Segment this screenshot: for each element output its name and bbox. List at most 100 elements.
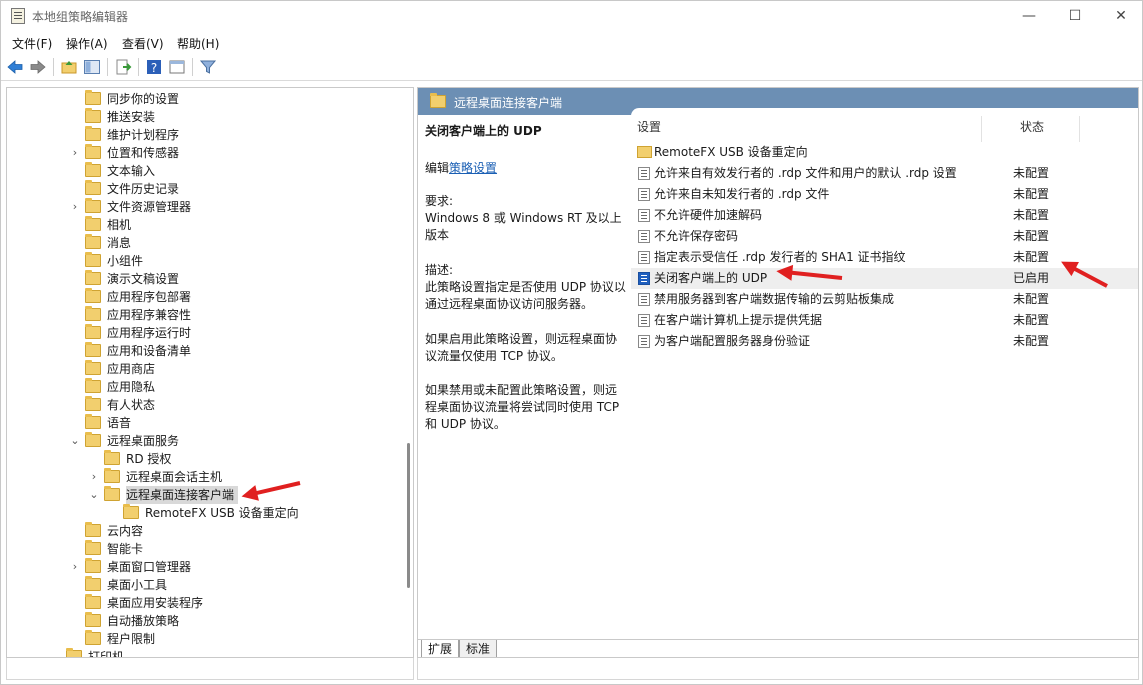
- collapse-chevron-icon[interactable]: ⌄: [88, 486, 100, 504]
- folder-icon: [85, 360, 101, 375]
- folder-icon: [104, 486, 120, 501]
- column-header-setting[interactable]: 设置: [637, 118, 661, 135]
- collapse-chevron-icon[interactable]: ⌄: [69, 432, 81, 450]
- policy-setting-icon: [638, 230, 650, 243]
- disabled-explanation: 如果禁用或未配置此策略设置，则远程桌面协议流量将尝试同时使用 TCP 和 UDP…: [425, 383, 620, 431]
- tree-vertical-scrollbar[interactable]: [402, 88, 413, 657]
- setting-state: 未配置: [1013, 313, 1050, 327]
- setting-row[interactable]: 允许来自有效发行者的 .rdp 文件和用户的默认 .rdp 设置 未配置: [631, 163, 1138, 184]
- setting-row[interactable]: 不允许保存密码 未配置: [631, 226, 1138, 247]
- setting-state: 已启用: [1013, 271, 1050, 285]
- folder-icon: [104, 468, 120, 483]
- setting-row[interactable]: RemoteFX USB 设备重定向: [631, 142, 1138, 163]
- properties-icon[interactable]: [168, 58, 186, 76]
- maximize-button[interactable]: ☐: [1052, 1, 1098, 31]
- tree-item-label: 应用程序运行时: [107, 326, 192, 340]
- title-bar: 本地组策略编辑器 — ☐ ✕: [1, 1, 1142, 31]
- close-button[interactable]: ✕: [1098, 1, 1143, 31]
- folder-icon: [85, 144, 101, 159]
- setting-row[interactable]: 为客户端配置服务器身份验证 未配置: [631, 331, 1138, 352]
- folder-icon: [637, 146, 652, 158]
- setting-state: 未配置: [1013, 334, 1050, 348]
- expand-chevron-icon[interactable]: ›: [88, 468, 100, 486]
- tree-item-label: 远程桌面服务: [107, 434, 180, 448]
- folder-icon: [85, 180, 101, 195]
- tree-item-label: RemoteFX USB 设备重定向: [145, 506, 299, 520]
- tree-item-label: 程户限制: [107, 632, 156, 646]
- content-header-title: 远程桌面连接客户端: [454, 96, 563, 110]
- tree-item-label: 文件资源管理器: [107, 200, 192, 214]
- edit-policy-link[interactable]: 策略设置: [449, 161, 497, 175]
- menu-action[interactable]: 操作(A): [66, 35, 108, 52]
- column-header-state[interactable]: 状态: [1020, 118, 1044, 135]
- description-pane: 关闭客户端上的 UDP 编辑策略设置 要求: Windows 8 或 Windo…: [418, 115, 630, 639]
- tab-standard[interactable]: 标准: [459, 640, 498, 657]
- setting-row[interactable]: 不允许硬件加速解码 未配置: [631, 205, 1138, 226]
- menu-view[interactable]: 查看(V): [122, 35, 164, 52]
- folder-icon: [104, 450, 120, 465]
- tree-item-label: 远程桌面会话主机: [126, 470, 223, 484]
- folder-icon: [85, 90, 101, 105]
- tree-item-label: 远程桌面连接客户端: [126, 486, 239, 504]
- tree-item-label: 小组件: [107, 254, 144, 268]
- tree-horizontal-scrollbar[interactable]: [6, 658, 414, 680]
- expand-chevron-icon[interactable]: ›: [69, 558, 81, 576]
- menu-file[interactable]: 文件(F): [12, 35, 52, 52]
- help-icon[interactable]: ?: [145, 58, 163, 76]
- tree-item-label: 云内容: [107, 524, 144, 538]
- folder-icon: [85, 126, 101, 141]
- tree-item-label: 应用商店: [107, 362, 156, 376]
- folder-icon: [85, 612, 101, 627]
- setting-row[interactable]: 允许来自未知发行者的 .rdp 文件 未配置: [631, 184, 1138, 205]
- tree-item-label: 消息: [107, 236, 132, 250]
- tab-extended[interactable]: 扩展: [421, 640, 460, 657]
- tree-item[interactable]: ⌄ 远程桌面连接客户端: [89, 486, 264, 504]
- setting-name: 允许来自未知发行者的 .rdp 文件: [654, 187, 830, 201]
- toolbar: ?: [1, 54, 1142, 81]
- folder-icon: [85, 432, 101, 447]
- folder-icon: [85, 558, 101, 573]
- tree-item-label: 智能卡: [107, 542, 144, 556]
- policy-setting-icon: [638, 251, 650, 264]
- expand-chevron-icon[interactable]: ›: [69, 198, 81, 216]
- policy-setting-icon: [638, 209, 650, 222]
- menu-help[interactable]: 帮助(H): [177, 35, 219, 52]
- filter-icon[interactable]: [199, 58, 217, 76]
- status-bar: [417, 658, 1139, 680]
- setting-state: 未配置: [1013, 166, 1050, 180]
- export-list-icon[interactable]: [114, 58, 132, 76]
- app-window: 本地组策略编辑器 — ☐ ✕ 文件(F) 操作(A) 查看(V) 帮助(H) ?…: [0, 0, 1143, 685]
- setting-row[interactable]: 禁用服务器到客户端数据传输的云剪贴板集成 未配置: [631, 289, 1138, 310]
- forward-icon[interactable]: [29, 58, 47, 76]
- tree-item-label: 文本输入: [107, 164, 156, 178]
- tree-item-label: 桌面窗口管理器: [107, 560, 192, 574]
- folder-icon: [85, 198, 101, 213]
- policy-setting-icon: [638, 293, 650, 306]
- description-text: 此策略设置指定是否使用 UDP 协议以通过远程桌面协议访问服务器。: [425, 280, 626, 311]
- enabled-explanation: 如果启用此策略设置，则远程桌面协议流量仅使用 TCP 协议。: [425, 332, 618, 363]
- minimize-button[interactable]: —: [1006, 1, 1052, 31]
- tree-item-label: 维护计划程序: [107, 128, 180, 142]
- show-hide-tree-icon[interactable]: [83, 58, 101, 76]
- tree-scroll-thumb[interactable]: [407, 443, 410, 588]
- back-icon[interactable]: [6, 58, 24, 76]
- tree-item-label: 同步你的设置: [107, 92, 180, 106]
- view-tabs: 扩展 标准: [418, 639, 1138, 657]
- policy-editor-icon: [11, 8, 25, 24]
- folder-icon: [123, 504, 139, 519]
- setting-name: 不允许硬件加速解码: [654, 208, 763, 222]
- menu-bar: 文件(F) 操作(A) 查看(V) 帮助(H): [1, 31, 1142, 54]
- setting-row[interactable]: 在客户端计算机上提示提供凭据 未配置: [631, 310, 1138, 331]
- policy-title: 关闭客户端上的 UDP: [425, 124, 542, 138]
- settings-list: 设置 状态 RemoteFX USB 设备重定向允许来自有效发行者的 .rdp …: [631, 108, 1138, 647]
- up-folder-icon[interactable]: [60, 58, 78, 76]
- setting-name: RemoteFX USB 设备重定向: [654, 145, 808, 159]
- folder-icon: [85, 594, 101, 609]
- window-title: 本地组策略编辑器: [32, 10, 129, 24]
- tree-item-label: 演示文稿设置: [107, 272, 180, 286]
- folder-icon: [85, 234, 101, 249]
- policy-setting-icon: [638, 314, 650, 327]
- tree-pane: 同步你的设置 推送安装 维护计划程序 › 位置和传感器 文本输入 文件历史记录 › 文件资源管理…: [6, 87, 414, 658]
- folder-icon: [85, 162, 101, 177]
- expand-chevron-icon[interactable]: ›: [69, 144, 81, 162]
